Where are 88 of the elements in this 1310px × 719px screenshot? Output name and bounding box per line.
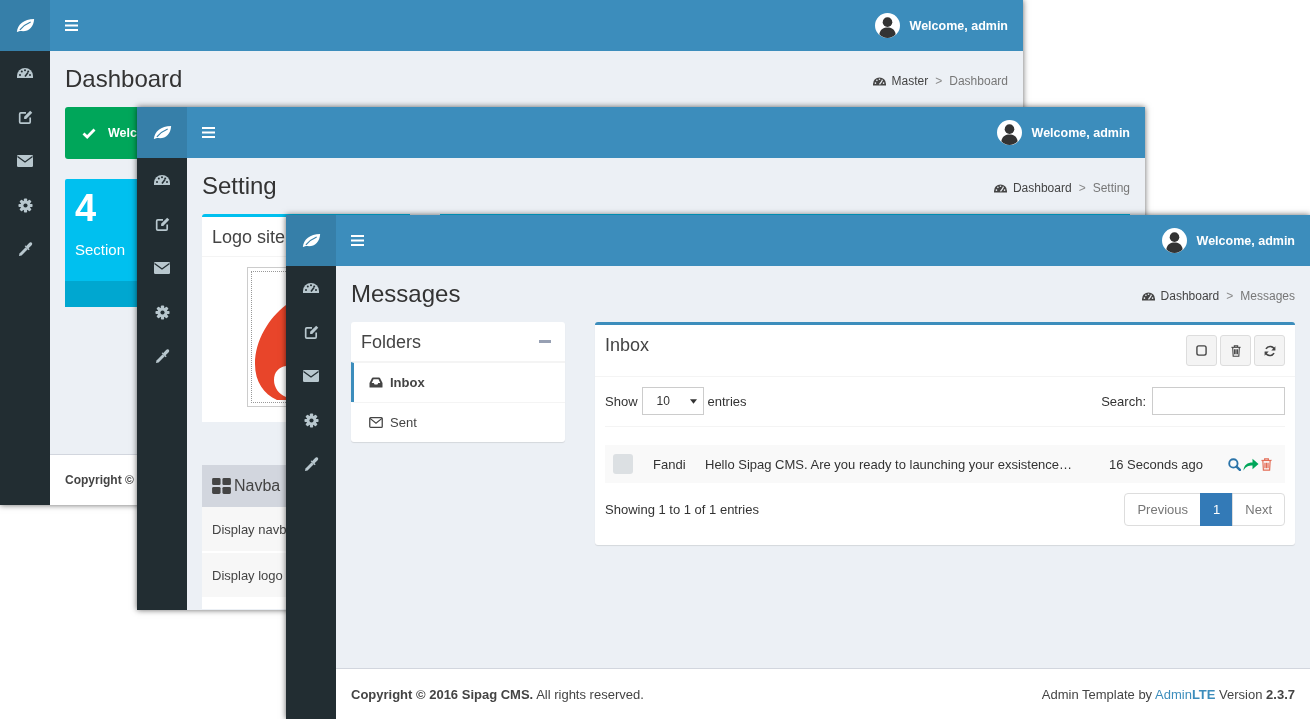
breadcrumb-current: Dashboard [949,74,1008,88]
check-icon [82,127,96,139]
gauge-icon[interactable] [154,175,170,185]
box-title: Folders [361,331,422,352]
settings-icon[interactable] [17,197,33,213]
settings-icon[interactable] [154,304,170,320]
refresh-button[interactable] [1254,335,1285,366]
pagination-link[interactable]: Previous [1124,493,1202,526]
mail-icon[interactable] [154,262,170,274]
user-menu[interactable]: Welcome, admin [874,13,1008,38]
logo-area[interactable] [286,215,336,266]
refresh-icon [1263,344,1276,357]
info-box-number: 4 [75,189,97,227]
logo-area[interactable] [0,0,50,51]
trash-icon[interactable] [1261,457,1272,471]
user-menu[interactable]: Welcome, admin [1161,228,1295,253]
box-title: Logo site [212,227,286,247]
breadcrumb-link[interactable]: Dashboard [1160,289,1220,303]
subject-cell-text: Hello Sipag CMS. Are you ready to launching your exsistence… [705,456,1074,472]
page-title: Messages [351,281,461,307]
folder-item[interactable]: Inbox [351,362,565,402]
leaf-icon [15,18,35,33]
menu-icon[interactable] [65,20,78,31]
footer-credit: Admin Template by AdminLTE Version 2.3.7 [1041,686,1295,702]
page-title: Setting [202,173,277,199]
breadcrumb-separator: > [1077,181,1087,195]
adminlte-link[interactable]: AdminLTE [1155,686,1216,702]
callout-text: Welc [108,126,137,140]
search-field[interactable] [1152,387,1285,415]
edit-icon[interactable] [303,324,319,340]
pagination-link[interactable]: Next [1232,493,1285,526]
row-checkbox[interactable] [613,454,633,474]
square-icon [1196,345,1207,356]
page-length-select[interactable]: 10 [641,387,704,415]
avatar-icon [1161,228,1187,253]
delete-button[interactable] [1220,335,1251,366]
leaf-icon [152,125,172,140]
grid-icon [212,478,231,494]
eyedropper-icon[interactable] [154,348,170,364]
gauge-icon[interactable] [303,283,319,293]
box-title: Navba [234,476,281,496]
message-row[interactable]: Fandi Hello Sipag CMS. Are you ready to launching your exsistence… 16 Seconds ago [605,445,1285,483]
breadcrumb-current: Messages [1240,289,1295,303]
caret-icon [689,398,697,404]
user-menu[interactable]: Welcome, admin [996,120,1130,145]
folder-item[interactable]: Sent [351,402,565,442]
eyedropper-icon[interactable] [17,241,33,257]
avatar-icon [996,120,1022,145]
box-title: Inbox [605,335,650,355]
length-label: Show [605,393,638,409]
menu-icon[interactable] [202,127,215,138]
eyedropper-icon[interactable] [303,456,319,472]
length-suffix: entries [707,393,747,409]
breadcrumb-link[interactable]: Master [891,74,929,88]
trash-icon [1230,344,1241,357]
logo-area[interactable] [137,107,187,158]
copyright-text: Copyright © [65,473,134,487]
search-icon[interactable] [1228,457,1241,471]
gauge-icon[interactable] [17,68,33,78]
time-cell: 16 Seconds ago [1109,456,1203,472]
edit-icon[interactable] [17,109,33,125]
settings-icon[interactable] [303,412,319,428]
menu-icon[interactable] [351,235,364,246]
breadcrumb-current: Setting [1092,181,1130,195]
breadcrumb-link[interactable]: Dashboard [1012,181,1072,195]
inbox-tray-icon [369,377,383,388]
table-info: Showing 1 to 1 of 1 entries [605,502,759,517]
sender-cell-text: Fandi [653,456,687,472]
forward-arrow-icon[interactable] [1243,457,1259,471]
pagination-link[interactable]: 1 [1200,493,1234,526]
info-box-footer [65,281,137,307]
leaf-icon [301,233,321,248]
page-title: Dashboard [65,66,183,92]
setting-row: Display logo [202,553,286,599]
gauge-icon [872,76,886,86]
setting-row: Display navb [202,507,286,553]
avatar-icon [874,13,900,38]
search-label: Search: [1101,393,1146,409]
gauge-icon [1141,291,1155,301]
breadcrumb-separator: > [1225,289,1235,303]
info-box-label: Section [75,241,126,259]
envelope-icon [369,417,383,428]
breadcrumb-separator: > [934,74,944,88]
copyright-text: Copyright © 2016 Sipag CMS. All rights reserved. [351,686,644,702]
mail-icon[interactable] [17,155,33,167]
mail-icon[interactable] [303,370,319,382]
gauge-icon [993,183,1007,193]
edit-icon[interactable] [154,216,170,232]
